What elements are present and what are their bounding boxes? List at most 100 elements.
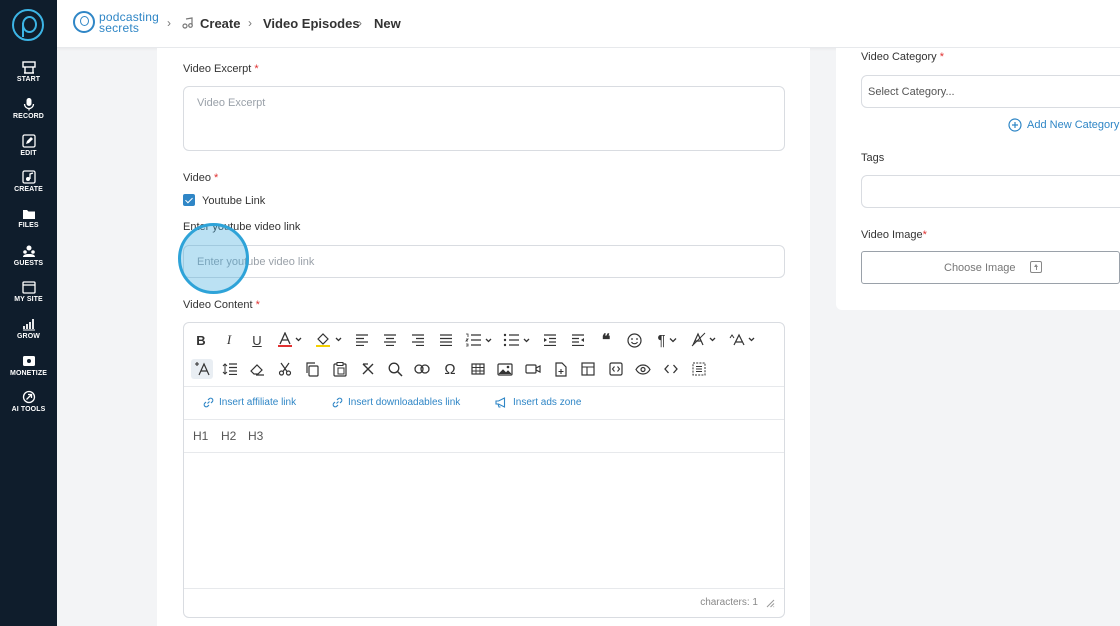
- insert-table-button[interactable]: [468, 359, 488, 379]
- sidebar-item-files[interactable]: FILES: [0, 207, 57, 241]
- align-center-button[interactable]: [380, 330, 400, 350]
- blockquote-button[interactable]: ❝: [596, 330, 616, 350]
- clear-format-dropdown-button[interactable]: [690, 330, 720, 350]
- insert-video-button[interactable]: [523, 359, 543, 379]
- font-size-button[interactable]: [728, 330, 758, 350]
- italic-button[interactable]: I: [220, 330, 238, 350]
- outdent-button[interactable]: [568, 330, 588, 350]
- emoji-icon: [626, 332, 642, 348]
- sidebar: START RECORD EDIT CREATE FILES GUESTS MY…: [0, 0, 57, 626]
- indent-icon: [544, 334, 556, 346]
- breadcrumb-separator-icon: ›: [167, 16, 171, 30]
- align-justify-icon: [440, 334, 452, 346]
- sidebar-item-label: GROW: [17, 333, 40, 340]
- sidebar-item-record[interactable]: RECORD: [0, 97, 57, 131]
- template-button[interactable]: [578, 359, 598, 379]
- sidebar-item-ai-tools[interactable]: AI TOOLS: [0, 390, 57, 424]
- underline-button[interactable]: U: [248, 330, 266, 350]
- sidebar-item-monetize[interactable]: MONETIZE: [0, 354, 57, 388]
- align-right-button[interactable]: [408, 330, 428, 350]
- choose-image-button[interactable]: Choose Image: [861, 251, 1120, 284]
- source-code-button[interactable]: [661, 359, 681, 379]
- heading-2-button[interactable]: H2: [221, 429, 236, 443]
- bullet-list-button[interactable]: [502, 330, 532, 350]
- video-excerpt-textarea[interactable]: Video Excerpt: [183, 86, 785, 151]
- upload-icon: [1030, 261, 1042, 273]
- indent-button[interactable]: [540, 330, 560, 350]
- align-left-button[interactable]: [352, 330, 372, 350]
- tags-input[interactable]: [861, 175, 1120, 208]
- resize-handle-icon[interactable]: [766, 599, 775, 608]
- heading-3-button[interactable]: H3: [248, 429, 263, 443]
- remove-format-button[interactable]: [358, 359, 378, 379]
- breadcrumb-video-episodes[interactable]: Video Episodes: [263, 16, 360, 31]
- emoji-button[interactable]: [624, 330, 644, 350]
- special-character-button[interactable]: Ω: [440, 359, 460, 379]
- preview-button[interactable]: [633, 359, 653, 379]
- cut-button[interactable]: [275, 359, 295, 379]
- find-button[interactable]: [385, 359, 405, 379]
- eye-icon: [635, 363, 651, 375]
- youtube-link-checkbox-label[interactable]: Youtube Link: [202, 195, 265, 207]
- ordered-list-icon: [465, 333, 492, 347]
- breadcrumb-separator-icon: ›: [358, 16, 362, 30]
- editor-content-area[interactable]: [184, 453, 784, 588]
- sidebar-item-edit[interactable]: EDIT: [0, 134, 57, 168]
- paragraph-format-button[interactable]: ¶: [652, 330, 682, 350]
- ai-tools-icon: [22, 390, 35, 404]
- edit-icon: [21, 134, 36, 148]
- heading-1-button[interactable]: H1: [193, 429, 208, 443]
- video-image-label: Video Image*: [861, 229, 927, 241]
- youtube-link-input[interactable]: Enter youtube video link: [183, 245, 785, 278]
- paste-button[interactable]: [330, 359, 350, 379]
- code-block-button[interactable]: [606, 359, 626, 379]
- add-new-category-button[interactable]: Add New Category: [1008, 118, 1119, 132]
- tags-label: Tags: [861, 152, 885, 164]
- eraser-button[interactable]: [247, 359, 267, 379]
- choose-image-label: Choose Image: [944, 262, 1016, 274]
- copy-button[interactable]: [302, 359, 322, 379]
- select-all-button[interactable]: [689, 359, 709, 379]
- sidebar-item-my-site[interactable]: MY SITE: [0, 281, 57, 315]
- link-icon: [414, 364, 430, 374]
- line-height-icon: [222, 363, 237, 375]
- breadcrumb-create[interactable]: Create: [200, 16, 240, 31]
- highlight-color-button[interactable]: [314, 330, 344, 350]
- insert-affiliate-link-button[interactable]: Insert affiliate link: [203, 397, 296, 408]
- video-label: Video *: [183, 172, 219, 184]
- top-header: podcasting secrets › Create › Video Epis…: [57, 0, 1120, 48]
- video-category-select[interactable]: Select Category...: [861, 75, 1120, 108]
- scissors-icon: [278, 362, 292, 376]
- insert-ads-zone-button[interactable]: Insert ads zone: [495, 397, 581, 408]
- align-justify-button[interactable]: [436, 330, 456, 350]
- brand-logo[interactable]: podcasting secrets: [73, 10, 163, 36]
- app-logo-icon[interactable]: [12, 9, 44, 41]
- font-color-button[interactable]: [276, 330, 304, 350]
- sidebar-item-create[interactable]: CREATE: [0, 170, 57, 204]
- youtube-link-checkbox[interactable]: [183, 194, 195, 206]
- files-icon: [22, 210, 35, 219]
- youtube-link-placeholder: Enter youtube video link: [197, 256, 315, 268]
- ordered-list-button[interactable]: [464, 330, 494, 350]
- sidebar-item-guests[interactable]: GUESTS: [0, 244, 57, 278]
- video-excerpt-label: Video Excerpt *: [183, 63, 259, 75]
- insert-downloadables-link-button[interactable]: Insert downloadables link: [332, 397, 460, 408]
- ai-write-icon: [195, 362, 210, 376]
- template-icon: [581, 362, 595, 376]
- insert-image-button[interactable]: [495, 359, 515, 379]
- bold-button[interactable]: B: [192, 330, 210, 350]
- ai-write-button[interactable]: [191, 359, 213, 379]
- sidebar-item-start[interactable]: START: [0, 61, 57, 95]
- sidebar-item-label: MY SITE: [14, 296, 43, 303]
- plus-circle-icon: [1008, 118, 1022, 132]
- line-height-button[interactable]: [220, 359, 240, 379]
- insert-link-button[interactable]: [412, 359, 432, 379]
- guests-icon: [22, 245, 35, 257]
- insert-file-button[interactable]: [551, 359, 571, 379]
- video-excerpt-placeholder: Video Excerpt: [197, 97, 266, 109]
- megaphone-icon: [495, 397, 506, 408]
- sidebar-item-label: FILES: [18, 222, 39, 229]
- my-site-icon: [21, 281, 36, 294]
- sidebar-item-label: GUESTS: [13, 260, 44, 267]
- sidebar-item-grow[interactable]: GROW: [0, 317, 57, 351]
